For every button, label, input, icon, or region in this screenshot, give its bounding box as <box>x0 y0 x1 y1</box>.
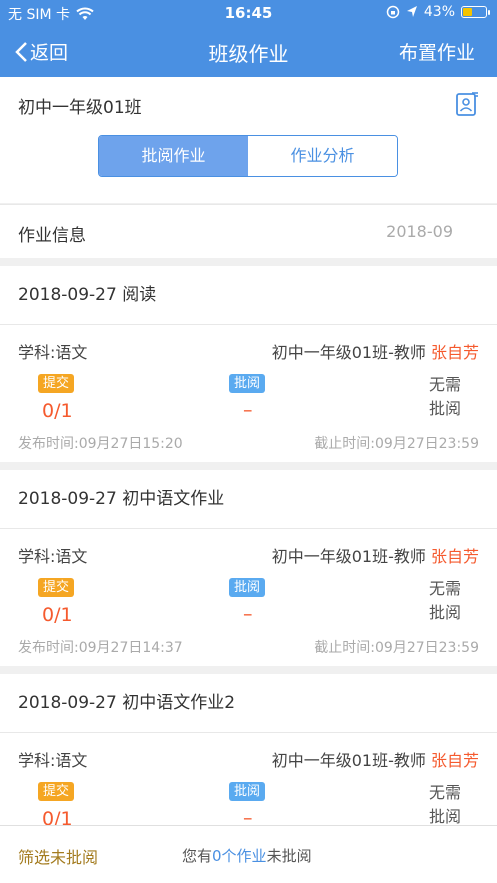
review-count: – <box>243 603 253 625</box>
deadline-time: 截止时间:09月27日23:59 <box>314 640 479 656</box>
battery-percent: 43% <box>423 4 455 20</box>
contact-card-icon[interactable] <box>455 91 479 117</box>
teacher-name: 张自芳 <box>430 547 479 566</box>
submit-count: 0/1 <box>42 808 73 825</box>
assignment-card[interactable]: 2018-09-27 初中语文作业2 学科:语文 初中一年级01班-教师 张自芳… <box>0 674 497 825</box>
assignment-card[interactable]: 2018-09-27 阅读 学科:语文 初中一年级01班-教师 张自芳 提交 批… <box>0 266 497 462</box>
review-badge: 批阅 <box>229 578 266 597</box>
homework-info-label: 作业信息 <box>18 226 86 246</box>
submit-badge: 提交 <box>38 578 75 597</box>
battery-fill <box>463 8 473 16</box>
status-bar: 无 SIM 卡 16:45 43% <box>0 0 497 26</box>
teacher-info: 初中一年级01班-教师 张自芳 <box>272 747 479 771</box>
review-count: – <box>243 399 253 421</box>
assignment-title: 2018-09-27 阅读 <box>0 266 497 325</box>
tab-homework-analysis[interactable]: 作业分析 <box>248 136 397 176</box>
review-badge: 批阅 <box>229 782 266 801</box>
publish-time: 发布时间:09月27日15:20 <box>18 436 183 452</box>
subject-label: 学科:语文 <box>18 751 88 770</box>
assignment-card[interactable]: 2018-09-27 初中语文作业 学科:语文 初中一年级01班-教师 张自芳 … <box>0 470 497 666</box>
unreviewed-message: 您有0个作业未批阅 <box>182 847 312 865</box>
assign-homework-button[interactable]: 布置作业 <box>399 38 475 65</box>
teacher-info: 初中一年级01班-教师 张自芳 <box>272 339 479 363</box>
deadline-time: 截止时间:09月27日23:59 <box>314 436 479 452</box>
review-status: 无需 批阅 <box>429 783 462 825</box>
teacher-name: 张自芳 <box>430 343 479 362</box>
date-filter[interactable]: 2018-09 <box>386 222 453 241</box>
bottom-bar: 筛选未批阅 您有0个作业未批阅 <box>0 825 497 883</box>
tab-review-homework[interactable]: 批阅作业 <box>99 136 248 176</box>
review-badge: 批阅 <box>229 374 266 393</box>
class-section: 初中一年级01班 批阅作业 作业分析 <box>0 77 497 203</box>
submit-count: 0/1 <box>42 400 73 422</box>
submit-badge: 提交 <box>38 782 75 801</box>
tab-switcher: 批阅作业 作业分析 <box>98 135 398 177</box>
homework-info-row[interactable]: 作业信息 2018-09 <box>0 204 497 258</box>
top-bar: 无 SIM 卡 16:45 43% 返回 班级作业 布置作业 <box>0 0 497 77</box>
subject-label: 学科:语文 <box>18 343 88 362</box>
teacher-info: 初中一年级01班-教师 张自芳 <box>272 543 479 567</box>
location-icon <box>406 6 417 17</box>
nav-bar: 返回 班级作业 布置作业 <box>0 26 497 77</box>
teacher-class: 初中一年级01班-教师 <box>271 547 426 566</box>
submit-count: 0/1 <box>42 604 73 626</box>
submit-badge: 提交 <box>38 374 75 393</box>
subject-label: 学科:语文 <box>18 547 88 566</box>
class-name: 初中一年级01班 <box>18 98 142 118</box>
orientation-lock-icon <box>386 5 400 19</box>
review-count: – <box>243 807 253 825</box>
publish-time: 发布时间:09月27日14:37 <box>18 640 183 656</box>
assignment-title: 2018-09-27 初中语文作业 <box>0 470 497 529</box>
teacher-name: 张自芳 <box>430 751 479 770</box>
review-status: 无需 批阅 <box>429 375 462 418</box>
teacher-class: 初中一年级01班-教师 <box>271 343 426 362</box>
review-status: 无需 批阅 <box>429 579 462 622</box>
assignment-title: 2018-09-27 初中语文作业2 <box>0 674 497 733</box>
filter-unreviewed-button[interactable]: 筛选未批阅 <box>18 844 98 868</box>
unreviewed-count: 0个作业 <box>212 847 267 865</box>
battery-icon <box>461 6 490 18</box>
teacher-class: 初中一年级01班-教师 <box>271 751 426 770</box>
